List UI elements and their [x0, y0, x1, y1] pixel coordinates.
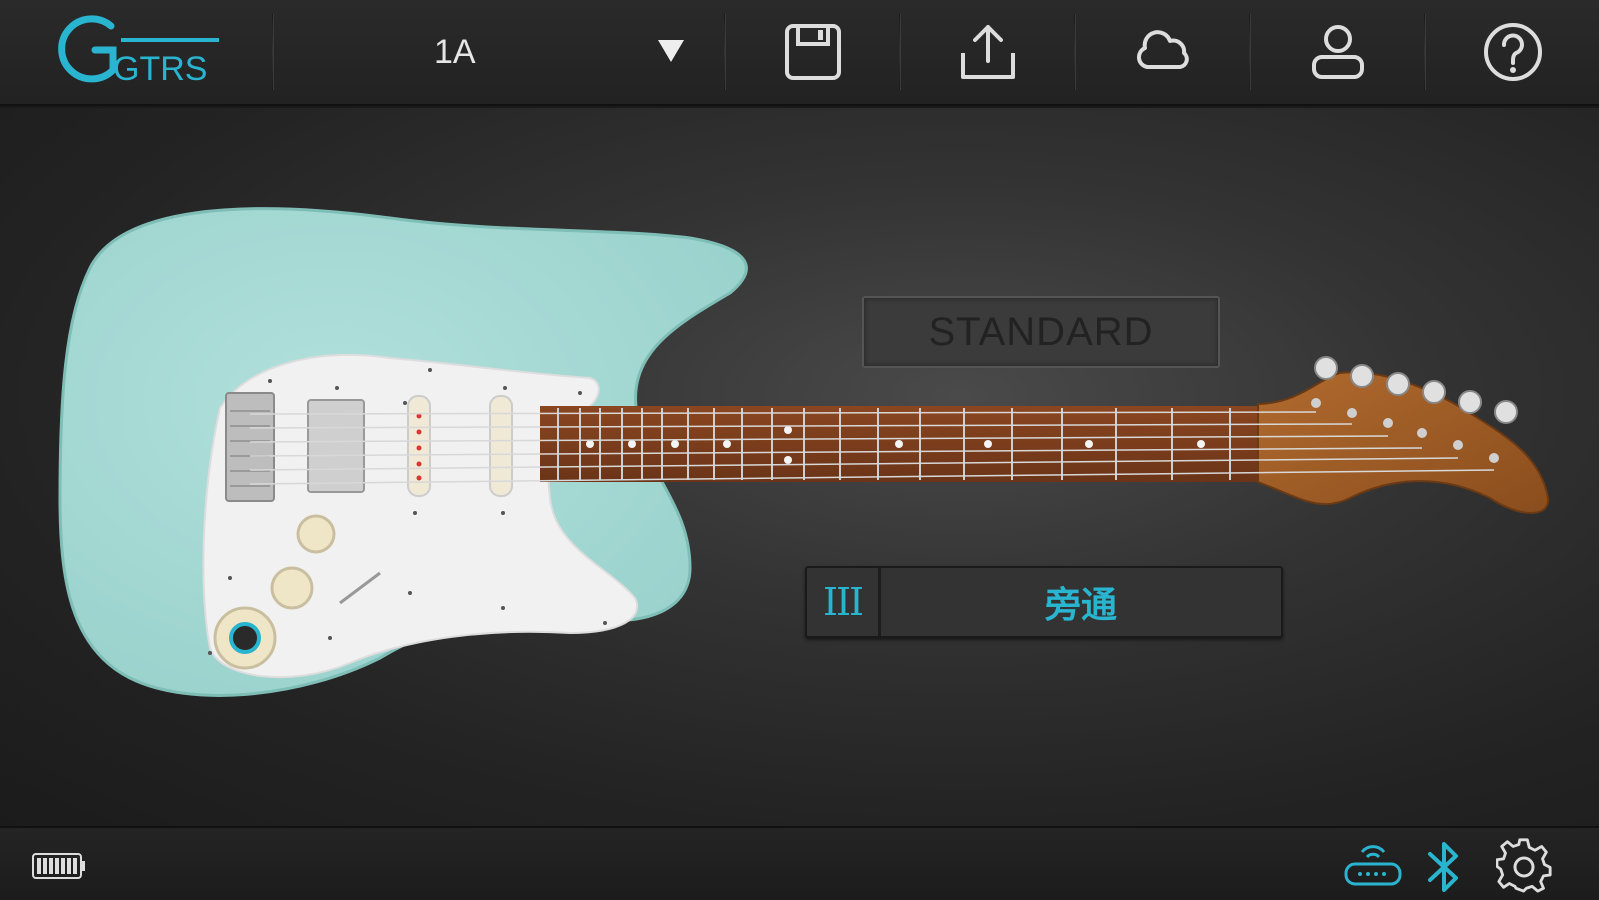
battery-icon [32, 853, 85, 879]
cloud-icon [1136, 30, 1189, 69]
settings-icon[interactable] [1496, 838, 1554, 896]
upload-icon [960, 25, 1015, 79]
bridge [225, 392, 275, 502]
mode-selector[interactable]: III 旁通 [805, 566, 1283, 638]
tuning-display[interactable]: STANDARD [862, 296, 1220, 368]
app-logo: GTRS [0, 0, 272, 104]
volume-knob [296, 514, 336, 554]
guitar-stage: STANDARD III 旁通 [0, 108, 1599, 826]
tone-knob [270, 566, 314, 610]
tuning-label: STANDARD [928, 309, 1154, 354]
bypass-icon: III [807, 568, 881, 636]
jack-socket [229, 622, 261, 654]
logo-text: GTRS [113, 50, 207, 88]
status-bar [0, 826, 1599, 900]
account-button[interactable] [1251, 0, 1424, 104]
preset-name: 1A [434, 32, 476, 71]
save-button[interactable] [726, 0, 899, 104]
user-icon [1311, 25, 1364, 79]
caret-down-icon [658, 40, 684, 62]
help-button[interactable] [1426, 0, 1599, 104]
preset-selector[interactable]: 1A [274, 0, 724, 104]
top-toolbar: GTRS 1A [0, 0, 1599, 106]
device-connection-icon[interactable] [1342, 838, 1404, 892]
gtrs-logo-icon: GTRS [58, 15, 219, 88]
help-icon [1483, 23, 1542, 81]
save-icon [784, 24, 841, 80]
cloud-button[interactable] [1076, 0, 1249, 104]
export-button[interactable] [901, 0, 1074, 104]
bluetooth-icon[interactable] [1424, 838, 1464, 896]
mode-label: 旁通 [1044, 584, 1117, 625]
guitar-illustration[interactable] [50, 198, 1570, 718]
